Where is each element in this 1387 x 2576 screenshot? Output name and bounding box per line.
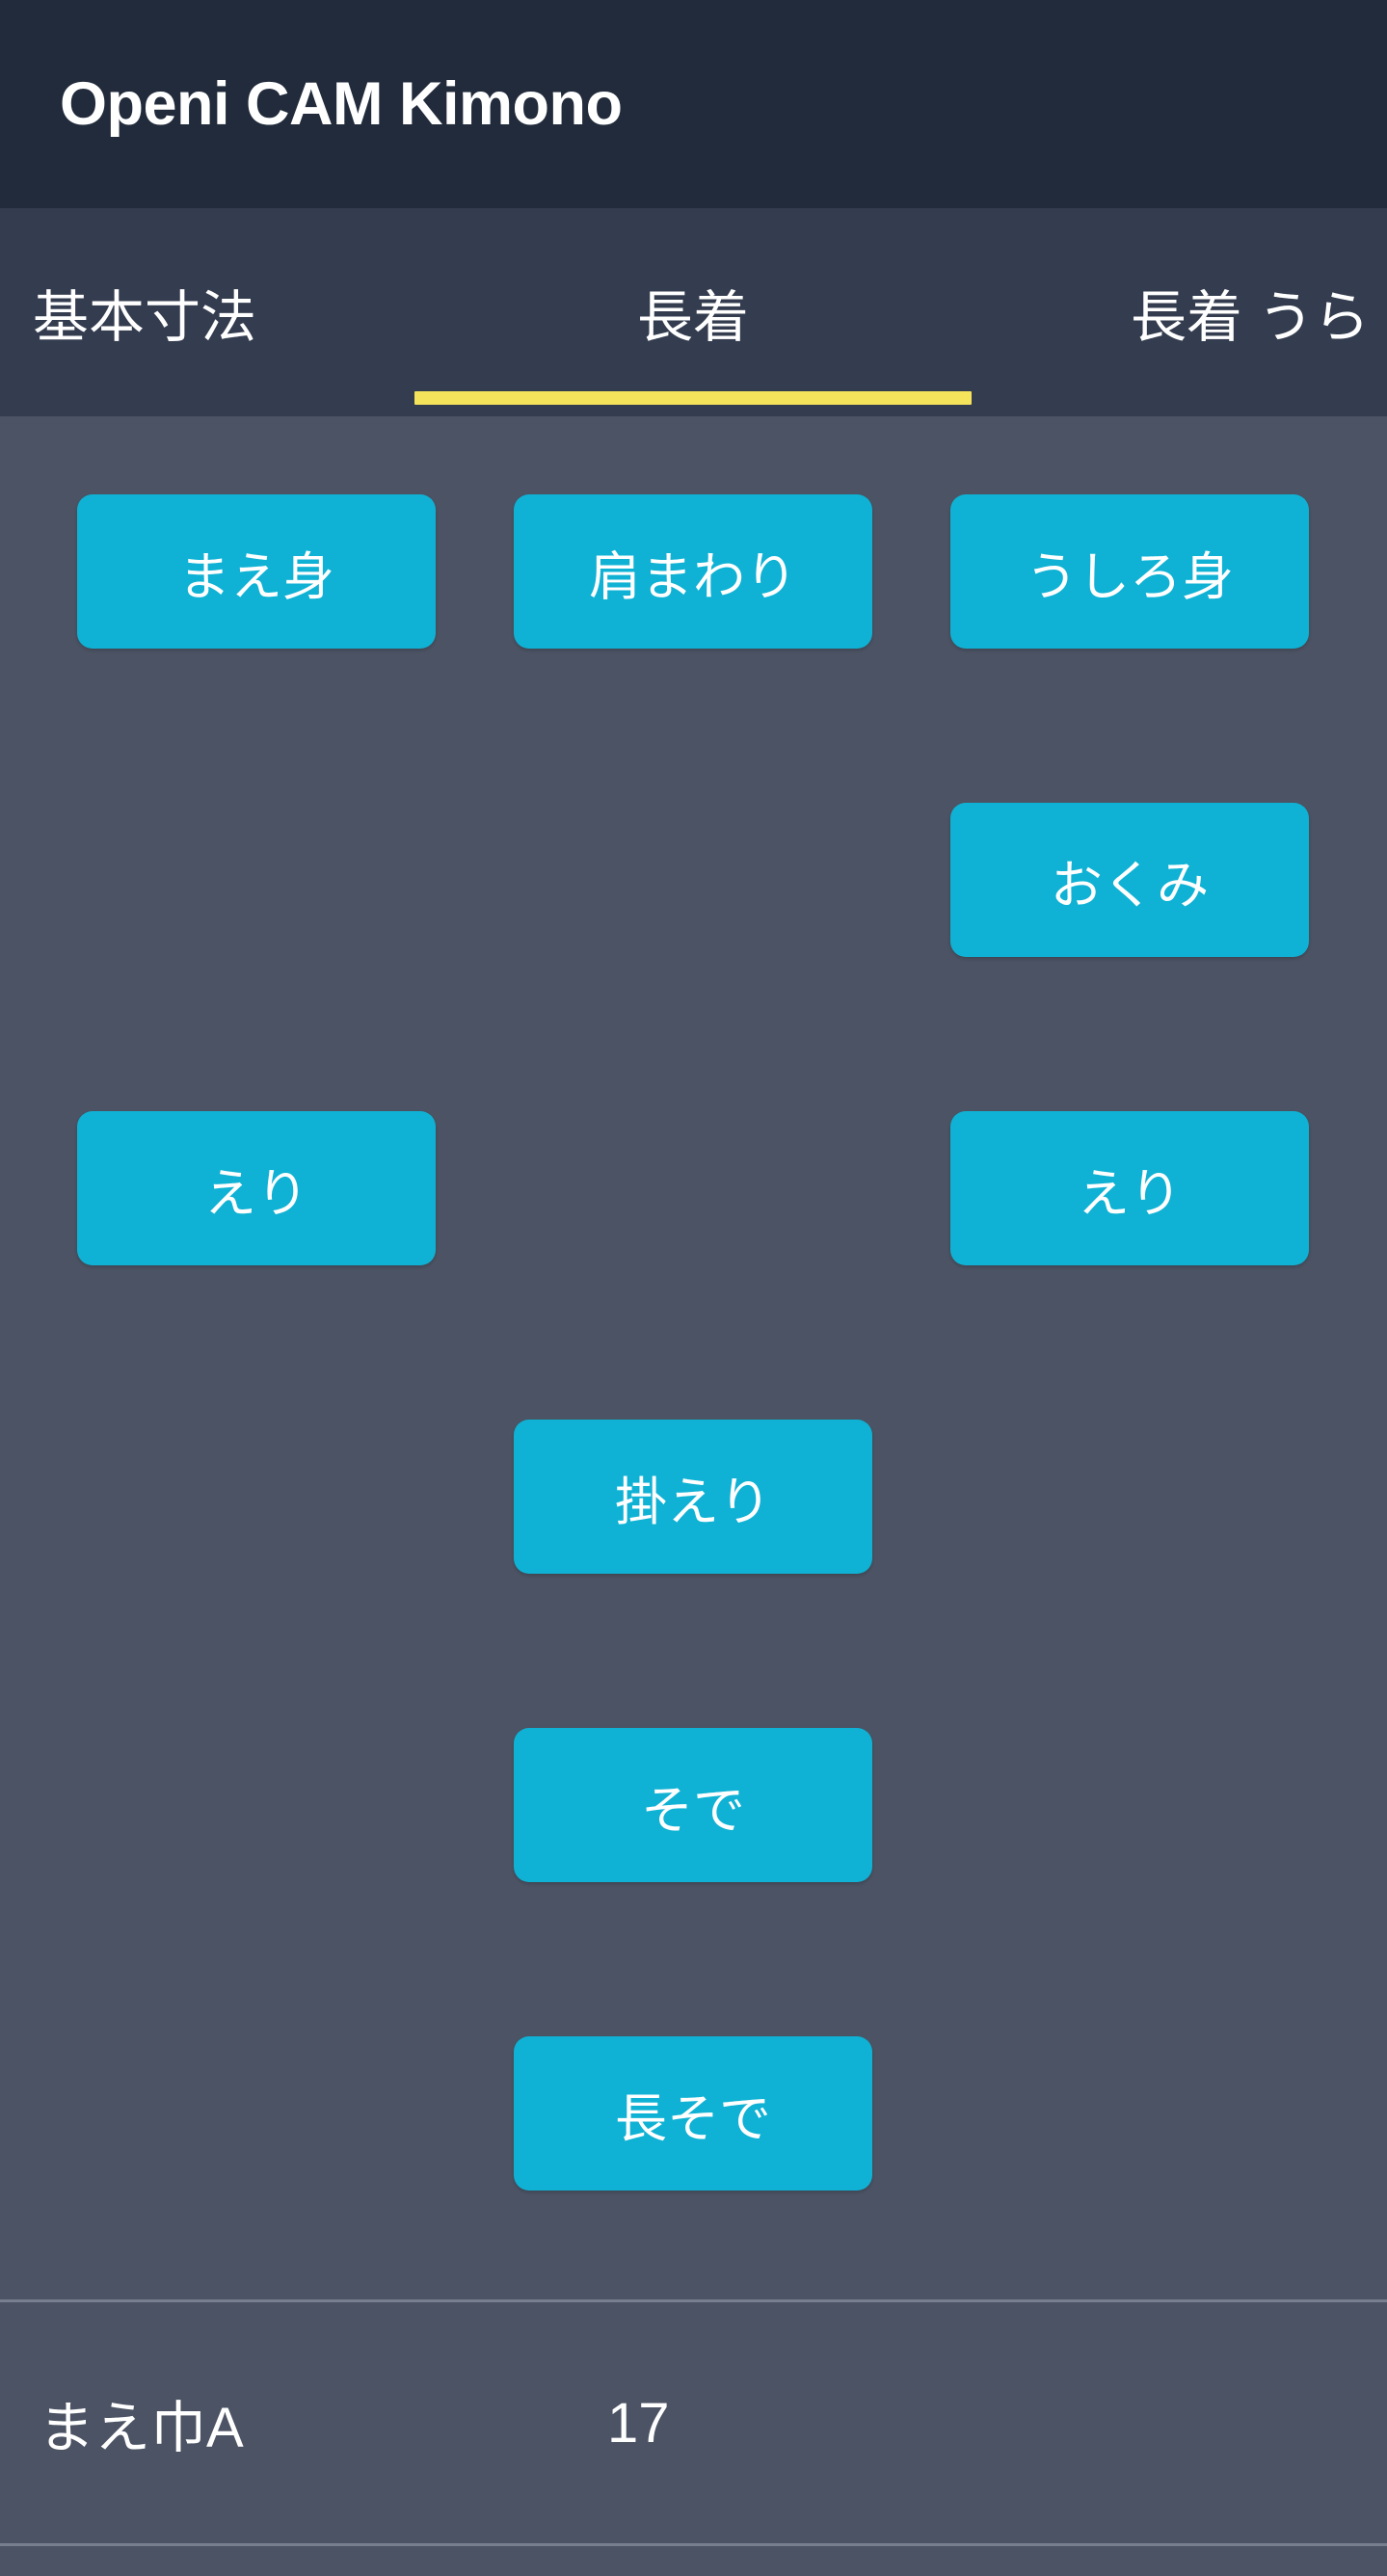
part-button[interactable]: 肩まわり — [514, 494, 872, 649]
content-area: まえ身肩まわりうしろ身おくみえり えり掛えりそで長そで まえ巾A 17 — [0, 416, 1387, 2576]
measurement-value: 17 — [607, 2391, 670, 2456]
part-button[interactable]: 長そで — [514, 2036, 872, 2191]
tab-nagagi-ura[interactable]: 長着 うら — [972, 208, 1387, 416]
list-bottom-divider — [0, 2543, 1387, 2546]
part-button[interactable]: えり — [77, 1111, 436, 1265]
measurement-label: まえ巾A — [39, 2382, 244, 2463]
part-button[interactable]: うしろ身 — [950, 494, 1309, 649]
measurement-list: まえ巾A 17 — [0, 2299, 1387, 2576]
part-button[interactable]: そで — [514, 1728, 872, 1882]
part-button[interactable]: まえ身 — [77, 494, 436, 649]
app-title: Openi CAM Kimono — [60, 74, 622, 135]
part-button[interactable]: 掛えり — [514, 1420, 872, 1574]
tab-nagagi[interactable]: 長着 — [414, 208, 972, 416]
list-item[interactable]: まえ巾A 17 — [0, 2302, 1387, 2543]
app-bar: Openi CAM Kimono — [0, 0, 1387, 208]
part-button[interactable]: おくみ — [950, 803, 1309, 957]
tab-kihon-sunpou[interactable]: 基本寸法 — [0, 208, 424, 416]
parts-button-grid: まえ身肩まわりうしろ身おくみえり えり掛えりそで長そで — [0, 416, 1387, 2576]
active-tab-indicator — [414, 391, 972, 405]
tab-bar: 基本寸法 長着 長着 うら — [0, 208, 1387, 416]
part-button[interactable]: えり — [950, 1111, 1309, 1265]
app-root: Openi CAM Kimono 基本寸法 長着 長着 うら まえ身肩まわりうし… — [0, 0, 1387, 2576]
